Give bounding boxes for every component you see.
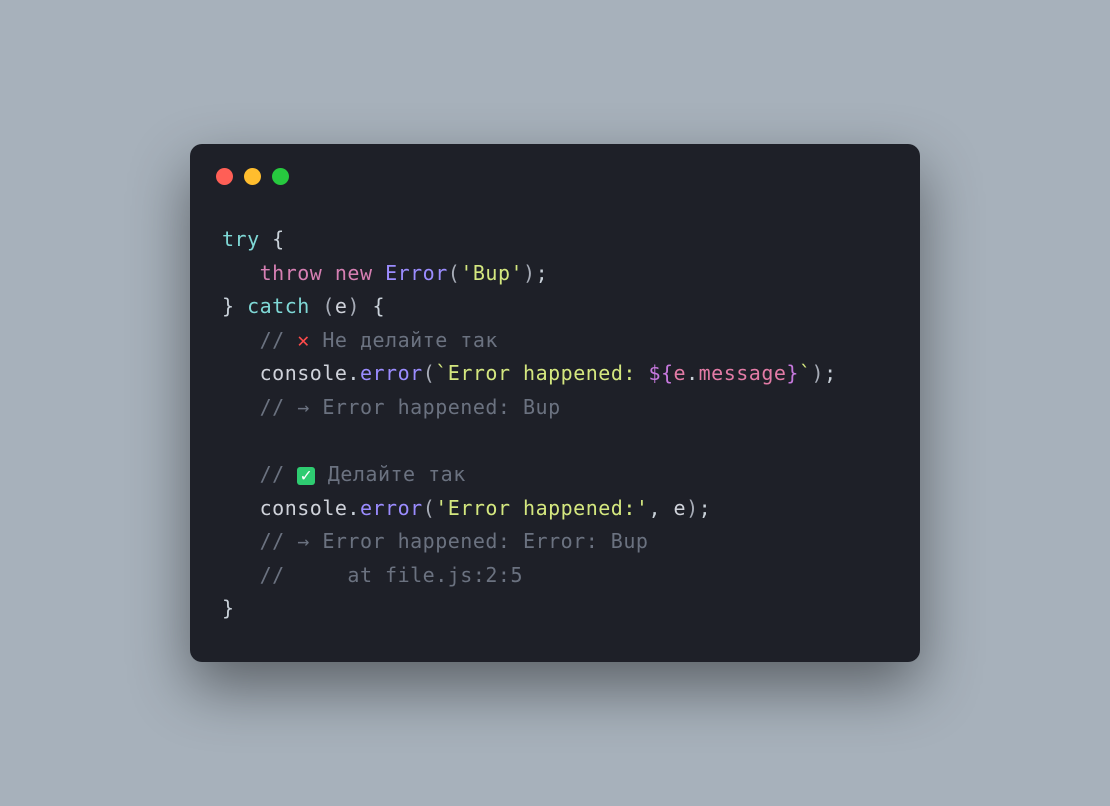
interp-open: ${: [648, 361, 673, 385]
string: 'Bup': [460, 261, 523, 285]
close-icon[interactable]: [216, 168, 233, 185]
space: [310, 294, 323, 318]
backtick: `: [435, 361, 448, 385]
comment-slash: //: [260, 328, 298, 352]
code-line: } catch (e) {: [222, 290, 888, 324]
indent: [222, 563, 260, 587]
code-line: // → Error happened: Error: Bup: [222, 525, 888, 559]
obj-console: console: [260, 496, 348, 520]
class-error: Error: [385, 261, 448, 285]
comma: ,: [648, 496, 673, 520]
paren: (: [423, 496, 436, 520]
keyword-new: new: [335, 261, 373, 285]
paren: (: [322, 294, 335, 318]
code-line: // ✕ Не делайте так: [222, 324, 888, 358]
template-text: Error happened:: [448, 361, 649, 385]
brace: {: [260, 227, 285, 251]
indent: [222, 529, 260, 553]
comment: // ✓ Делайте так: [260, 462, 466, 486]
comment: // ✕ Не делайте так: [260, 328, 498, 352]
keyword-throw: throw: [260, 261, 323, 285]
keyword-catch: catch: [247, 294, 310, 318]
indent: [222, 328, 260, 352]
keyword-try: try: [222, 227, 260, 251]
paren: (: [448, 261, 461, 285]
paren: ): [523, 261, 536, 285]
titlebar: [190, 144, 920, 195]
code-line: throw new Error('Bup');: [222, 257, 888, 291]
cross-icon: ✕: [297, 328, 310, 352]
brace: }: [222, 294, 235, 318]
comment: // at file.js:2:5: [260, 563, 523, 587]
string: 'Error happened:': [435, 496, 648, 520]
semi: ;: [699, 496, 712, 520]
dot: .: [686, 361, 699, 385]
brace: {: [373, 294, 386, 318]
indent: [222, 395, 260, 419]
indent: [222, 361, 260, 385]
var-e: e: [335, 294, 348, 318]
semi: ;: [824, 361, 837, 385]
var-e: e: [674, 496, 687, 520]
code-line: try {: [222, 223, 888, 257]
code-line: }: [222, 592, 888, 626]
dot: .: [347, 496, 360, 520]
comment: // → Error happened: Bup: [260, 395, 561, 419]
indent: [222, 261, 260, 285]
paren: ): [347, 294, 360, 318]
dot: .: [347, 361, 360, 385]
var-e: e: [674, 361, 687, 385]
code-line: // → Error happened: Bup: [222, 391, 888, 425]
minimize-icon[interactable]: [244, 168, 261, 185]
comment: // → Error happened: Error: Bup: [260, 529, 649, 553]
paren: ): [812, 361, 825, 385]
comment-text: Не делайте так: [310, 328, 498, 352]
brace: }: [222, 596, 235, 620]
check-icon: ✓: [297, 467, 315, 485]
indent: [222, 462, 260, 486]
code-line: // ✓ Делайте так: [222, 458, 888, 492]
space: [235, 294, 248, 318]
blank: [222, 429, 235, 453]
paren: ): [686, 496, 699, 520]
code-window: try { throw new Error('Bup'); } catch (e…: [190, 144, 920, 662]
code-line: console.error('Error happened:', e);: [222, 492, 888, 526]
code-editor: try { throw new Error('Bup'); } catch (e…: [190, 195, 920, 662]
comment-text: Делайте так: [315, 462, 466, 486]
code-line: // at file.js:2:5: [222, 559, 888, 593]
space: [373, 261, 386, 285]
space: [360, 294, 373, 318]
prop-message: message: [699, 361, 787, 385]
comment-slash: //: [260, 462, 298, 486]
maximize-icon[interactable]: [272, 168, 289, 185]
code-line: console.error(`Error happened: ${e.messa…: [222, 357, 888, 391]
semi: ;: [536, 261, 549, 285]
paren: (: [423, 361, 436, 385]
backtick: `: [799, 361, 812, 385]
method-error: error: [360, 496, 423, 520]
interp-close: }: [786, 361, 799, 385]
obj-console: console: [260, 361, 348, 385]
method-error: error: [360, 361, 423, 385]
space: [322, 261, 335, 285]
indent: [222, 496, 260, 520]
blank-line: [222, 425, 888, 459]
